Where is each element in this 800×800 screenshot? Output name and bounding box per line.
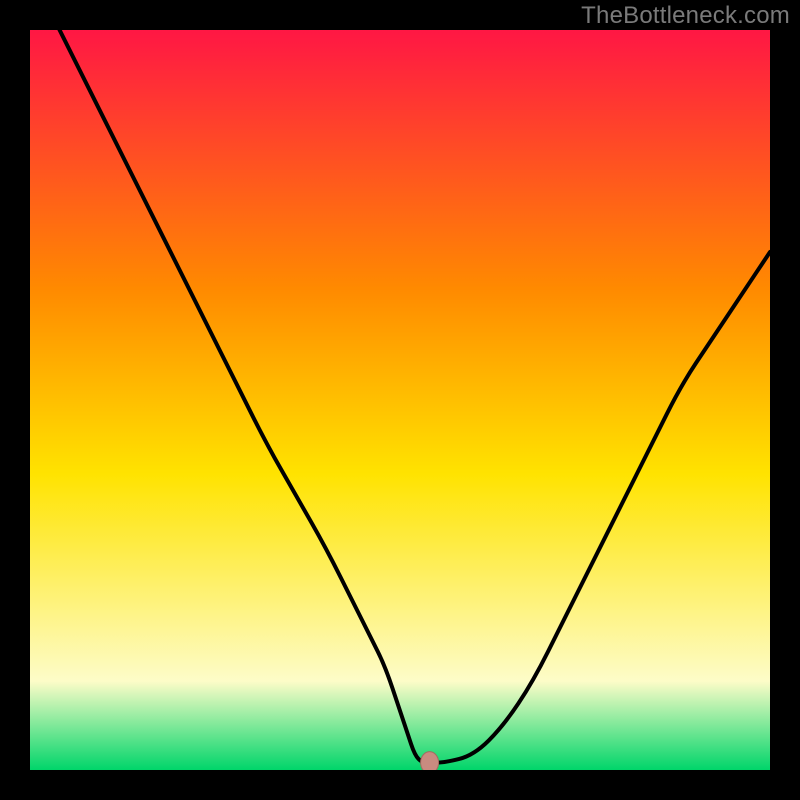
gradient-background xyxy=(30,30,770,770)
chart-svg xyxy=(30,30,770,770)
plot-area xyxy=(30,30,770,770)
watermark-text: TheBottleneck.com xyxy=(581,2,790,30)
chart-frame: TheBottleneck.com xyxy=(0,0,800,800)
optimal-point-marker xyxy=(421,752,439,770)
